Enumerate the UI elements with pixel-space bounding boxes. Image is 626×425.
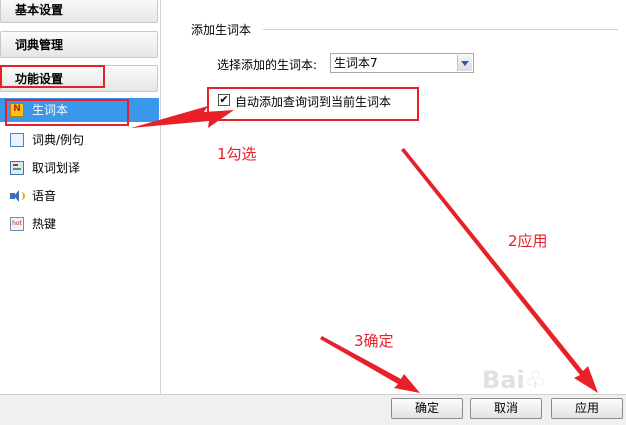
sidebar-item-word-capture[interactable]: 取词划译 <box>0 156 159 180</box>
sidebar-item-label: 词典/例句 <box>32 133 85 147</box>
hotkey-icon: hot <box>10 217 24 231</box>
speaker-icon <box>10 189 25 203</box>
notebook-icon: N <box>10 103 24 117</box>
auto-add-checkbox-label[interactable]: 自动添加查询词到当前生词本 <box>235 93 391 110</box>
section-divider <box>263 29 618 30</box>
step3-annotation: 3确定 <box>354 332 394 350</box>
section-title: 添加生词本 <box>191 23 252 37</box>
dictionary-icon <box>10 133 24 147</box>
apply-button[interactable]: 应用 <box>551 398 623 419</box>
step2-annotation: 2应用 <box>508 232 548 250</box>
chevron-down-icon[interactable] <box>457 55 472 71</box>
sidebar-item-dictionary-examples[interactable]: 词典/例句 <box>0 128 159 152</box>
sidebar-item-label: 语音 <box>32 189 57 203</box>
select-value: 生词本7 <box>334 56 378 70</box>
sidebar-item-label: 取词划译 <box>32 161 81 175</box>
vocabulary-book-select-label: 选择添加的生词本: <box>217 58 318 72</box>
category-basic-settings[interactable]: 基本设置 <box>0 0 158 23</box>
category-feature-settings[interactable]: 功能设置 <box>0 65 158 92</box>
vocabulary-book-select[interactable]: 生词本7 <box>330 53 474 73</box>
settings-sidebar: 基本设置 词典管理 功能设置 N 生词本 词典/例句 取词划译 语音 hot 热… <box>0 0 161 394</box>
arrow-to-apply <box>401 148 598 393</box>
sidebar-item-label: 生词本 <box>32 103 69 117</box>
cancel-button[interactable]: 取消 <box>470 398 542 419</box>
step1-annotation: 1勾选 <box>217 145 257 163</box>
watermark-logo: Bai♧ <box>482 366 547 394</box>
word-capture-icon <box>10 161 24 175</box>
category-dictionary-management[interactable]: 词典管理 <box>0 31 158 58</box>
sidebar-item-hotkey[interactable]: hot 热键 <box>0 212 159 236</box>
sidebar-item-vocabulary-book[interactable]: N 生词本 <box>0 98 159 122</box>
auto-add-checkbox[interactable]: ✔ <box>218 94 230 106</box>
sidebar-item-label: 热键 <box>32 217 57 231</box>
ok-button[interactable]: 确定 <box>391 398 463 419</box>
sidebar-item-voice[interactable]: 语音 <box>0 184 159 208</box>
